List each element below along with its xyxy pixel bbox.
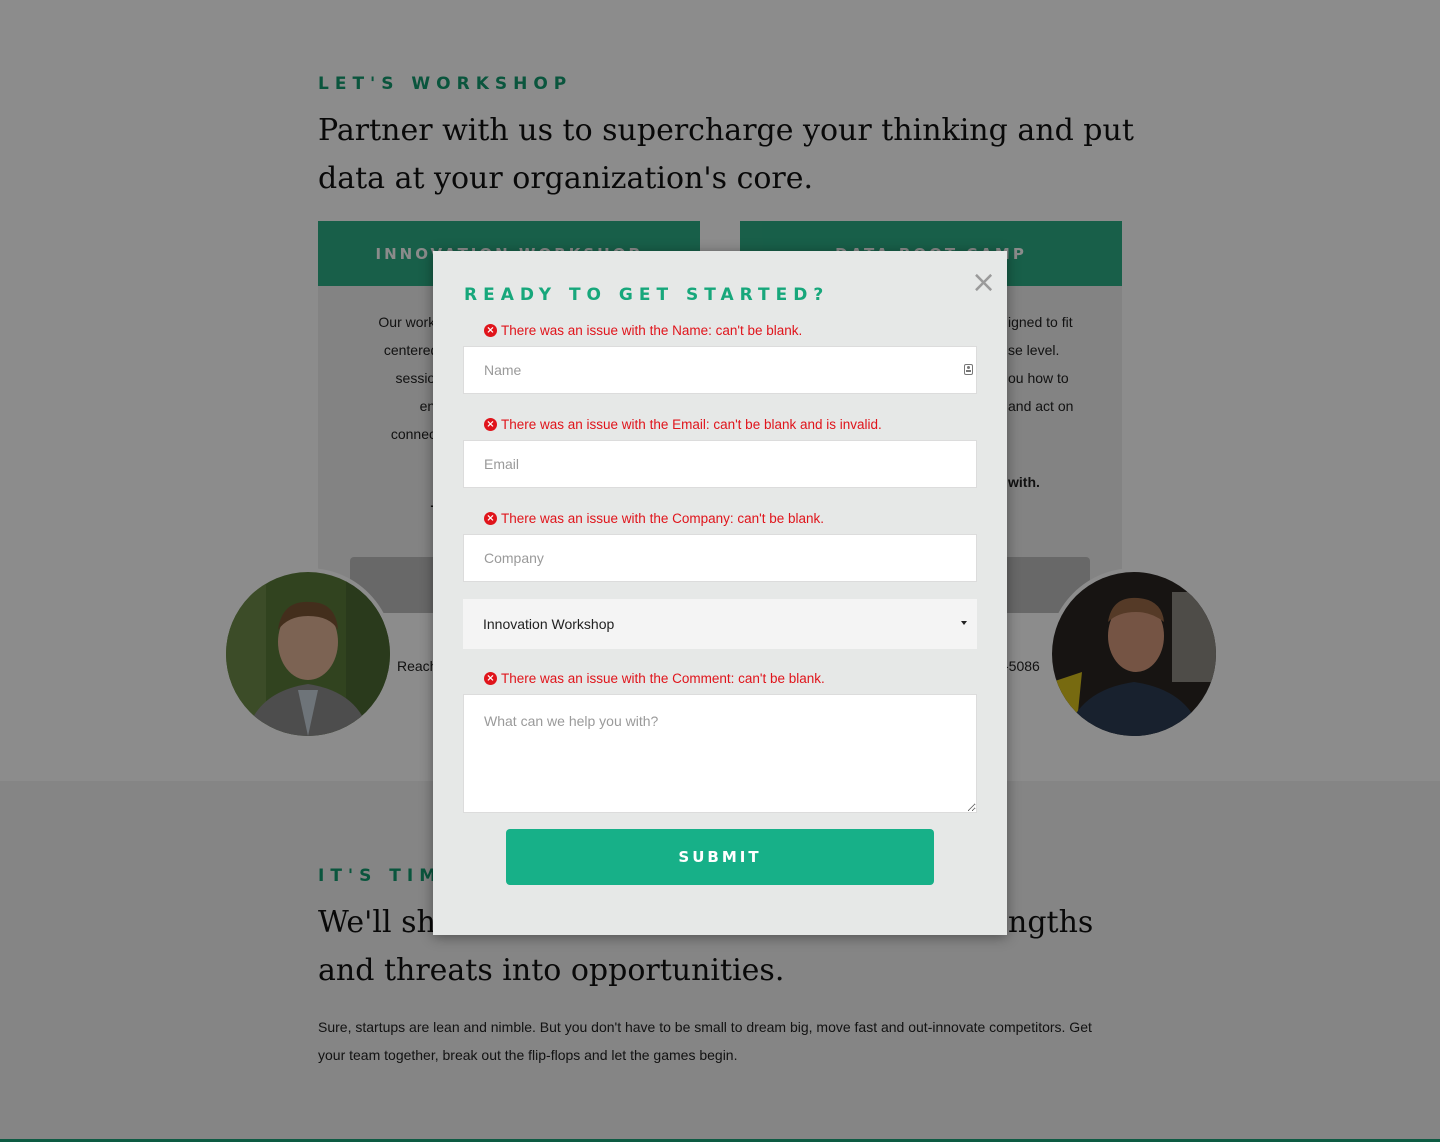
comment-error: × There was an issue with the Comment: c… [484, 671, 825, 686]
error-text: There was an issue with the Name: can't … [501, 323, 803, 338]
error-icon: × [484, 418, 497, 431]
caret-down-icon [961, 621, 967, 625]
error-text: There was an issue with the Email: can't… [501, 417, 882, 432]
name-error: × There was an issue with the Name: can'… [484, 323, 802, 338]
email-error: × There was an issue with the Email: can… [484, 417, 882, 432]
error-icon: × [484, 324, 497, 337]
modal-title: READY TO GET STARTED? [464, 285, 830, 305]
contact-card-icon[interactable] [964, 364, 973, 375]
email-field[interactable] [463, 440, 977, 488]
select-value: Innovation Workshop [483, 616, 615, 632]
submit-button[interactable]: SUBMIT [506, 829, 934, 885]
error-text: There was an issue with the Comment: can… [501, 671, 825, 686]
company-field[interactable] [463, 534, 977, 582]
error-icon: × [484, 672, 497, 685]
company-error: × There was an issue with the Company: c… [484, 511, 824, 526]
close-icon[interactable]: × [971, 268, 996, 298]
contact-modal: READY TO GET STARTED? × × There was an i… [433, 251, 1007, 935]
error-icon: × [484, 512, 497, 525]
comment-field[interactable] [463, 694, 977, 813]
error-text: There was an issue with the Company: can… [501, 511, 824, 526]
name-field[interactable] [463, 346, 977, 394]
workshop-select[interactable]: Innovation Workshop [463, 599, 977, 649]
